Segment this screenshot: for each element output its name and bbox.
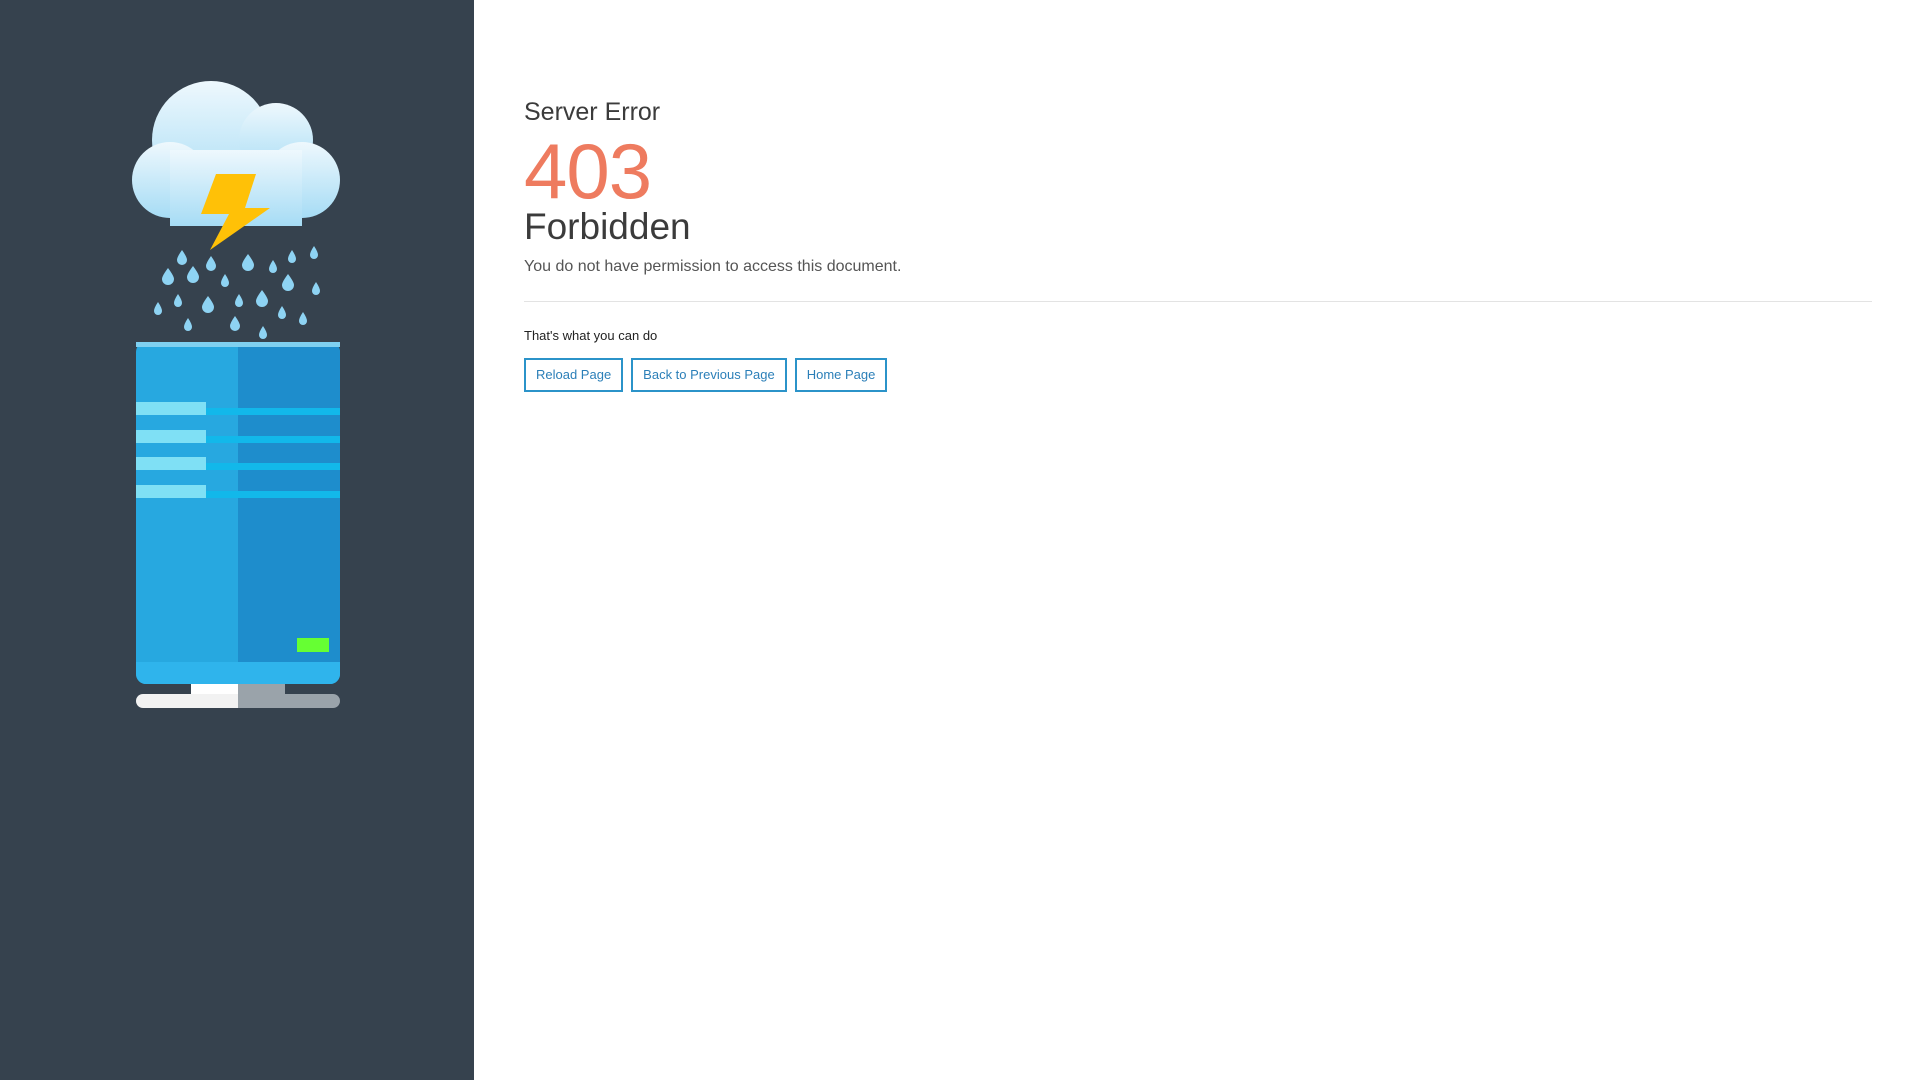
page: Server Error 403 Forbidden You do not ha… xyxy=(0,0,1920,1080)
action-buttons: Reload Page Back to Previous Page Home P… xyxy=(524,358,1872,392)
error-code: 403 xyxy=(524,127,652,215)
back-to-previous-page-button[interactable]: Back to Previous Page xyxy=(631,358,787,392)
reload-page-button[interactable]: Reload Page xyxy=(524,358,624,392)
home-page-button[interactable]: Home Page xyxy=(794,358,888,392)
raindrops-icon xyxy=(154,246,320,339)
divider xyxy=(524,301,1872,302)
error-description: You do not have permission to access thi… xyxy=(524,258,902,275)
server-icon xyxy=(136,342,340,708)
cloud-lightning-server-illustration xyxy=(132,81,340,708)
error-subtitle: Server Error xyxy=(524,98,661,126)
sidebar xyxy=(0,0,474,1080)
error-content: Server Error 403 Forbidden You do not ha… xyxy=(524,96,1872,392)
actions-heading: That's what you can do xyxy=(524,328,658,343)
error-title: Forbidden xyxy=(524,206,691,247)
